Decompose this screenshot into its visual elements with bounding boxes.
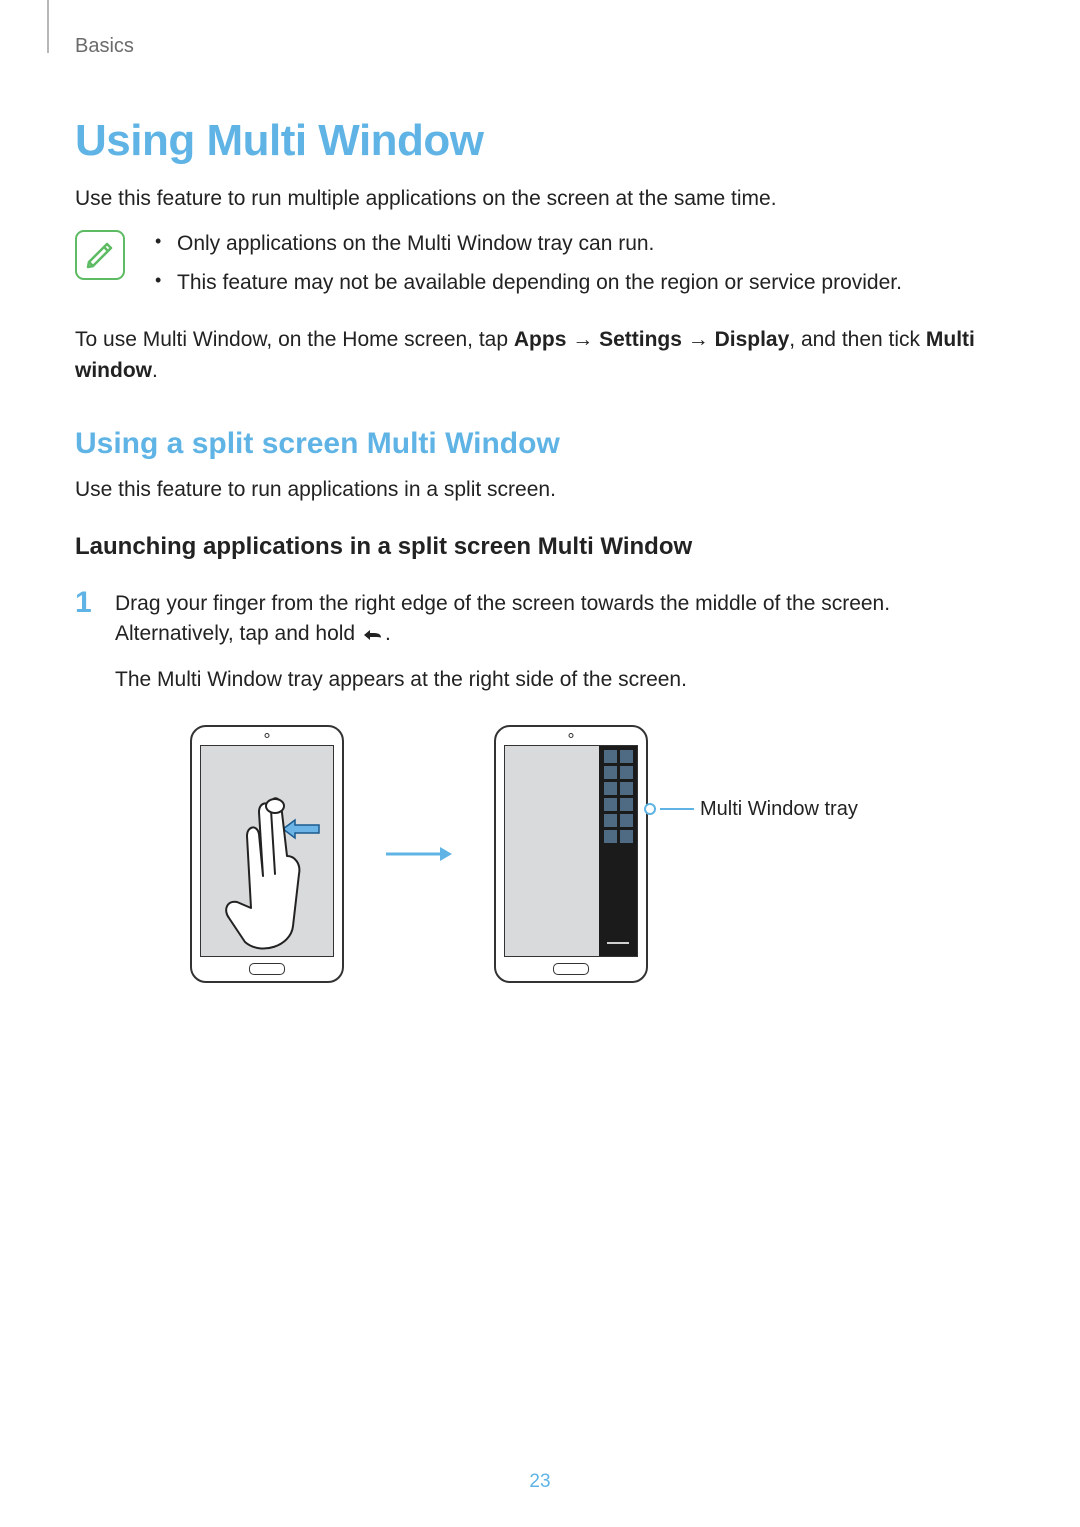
- instr-suffix: , and then tick: [789, 328, 926, 351]
- page-number: 23: [0, 1471, 1080, 1493]
- instr-prefix: To use Multi Window, on the Home screen,…: [75, 328, 514, 351]
- note-block: Only applications on the Multi Window tr…: [75, 228, 1005, 305]
- sub-intro-text: Use this feature to run applications in …: [75, 475, 1005, 505]
- page-title: Using Multi Window: [75, 116, 1005, 166]
- section-subhead: Using a split screen Multi Window: [75, 427, 1005, 461]
- step-line-1: Drag your finger from the right edge of …: [115, 589, 1005, 653]
- step-1: 1 Drag your finger from the right edge o…: [75, 589, 1005, 707]
- step-line-1b: .: [385, 622, 391, 645]
- device-illustration-after: [494, 725, 648, 983]
- step-line-2: The Multi Window tray appears at the rig…: [115, 665, 1005, 695]
- note-list: Only applications on the Multi Window tr…: [151, 228, 1005, 305]
- back-icon: [361, 622, 385, 652]
- callout-label: Multi Window tray: [700, 798, 858, 821]
- note-icon: [75, 230, 125, 280]
- hand-gesture-icon: [201, 746, 333, 956]
- section-subsubhead: Launching applications in a split screen…: [75, 533, 1005, 561]
- intro-text: Use this feature to run multiple applica…: [75, 184, 1005, 214]
- callout-dot: [644, 803, 656, 815]
- step-line-1a: Drag your finger from the right edge of …: [115, 592, 890, 645]
- enable-instruction: To use Multi Window, on the Home screen,…: [75, 324, 1005, 387]
- step-number: 1: [75, 587, 115, 619]
- instr-path-display: Display: [715, 328, 790, 351]
- transform-arrow-icon: [384, 844, 454, 864]
- instr-path-settings: Settings: [599, 328, 682, 351]
- breadcrumb: Basics: [75, 35, 1005, 58]
- callout-line: [660, 808, 694, 810]
- header-accent-bar: [47, 0, 49, 53]
- figure-row: Multi Window tray: [190, 725, 1005, 983]
- multi-window-tray: [599, 746, 637, 956]
- device-illustration-before: [190, 725, 344, 983]
- instr-path-apps: Apps: [514, 328, 567, 351]
- step-body: Drag your finger from the right edge of …: [115, 589, 1005, 707]
- note-item: Only applications on the Multi Window tr…: [151, 228, 1005, 261]
- note-item: This feature may not be available depend…: [151, 267, 1005, 300]
